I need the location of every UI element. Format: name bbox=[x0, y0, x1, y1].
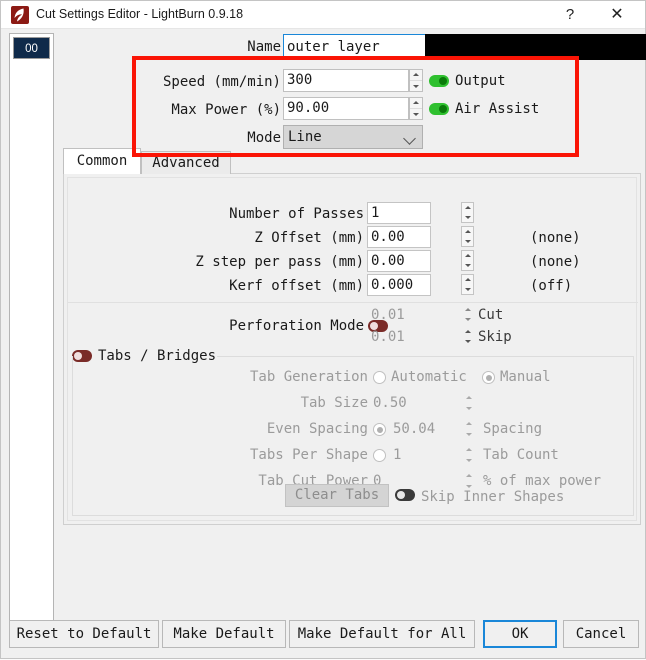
tabs-per-shape-radio[interactable] bbox=[373, 449, 386, 462]
number-of-passes-stepper[interactable] bbox=[461, 202, 474, 223]
kerf-offset-input[interactable]: 0.000 bbox=[367, 274, 431, 296]
tab-generation-row: Tab Generation Automatic Manual bbox=[73, 364, 633, 390]
z-step-per-pass-stepper[interactable] bbox=[461, 250, 474, 271]
name-label: Name bbox=[247, 39, 281, 55]
speed-row: Speed (mm/min) 300 Output bbox=[58, 69, 643, 95]
tab-generation-automatic-radio[interactable] bbox=[373, 371, 386, 384]
name-input[interactable] bbox=[283, 34, 427, 60]
kerf-offset-stepper[interactable] bbox=[461, 274, 474, 295]
speed-input[interactable]: 300 bbox=[283, 69, 409, 92]
tabs-bridges-group: Tabs / Bridges Tab Generation Automatic … bbox=[72, 344, 634, 516]
ok-button[interactable]: OK bbox=[483, 620, 557, 648]
tab-size-value[interactable]: 0.50 bbox=[373, 390, 407, 416]
z-offset-label: Z Offset (mm) bbox=[254, 230, 364, 246]
help-button[interactable]: ? bbox=[550, 1, 590, 29]
z-offset-input[interactable]: 0.00 bbox=[367, 226, 431, 248]
perforation-cut-suffix: Cut bbox=[478, 307, 504, 323]
tab-size-label: Tab Size bbox=[300, 395, 368, 411]
perforation-cut-value[interactable]: 0.01 bbox=[371, 304, 431, 326]
tab-generation-manual-label[interactable]: Manual bbox=[500, 364, 551, 390]
tab-generation-label: Tab Generation bbox=[249, 369, 368, 385]
air-assist-label: Air Assist bbox=[455, 101, 540, 117]
speed-stepper[interactable] bbox=[409, 69, 423, 92]
max-power-input[interactable]: 90.00 bbox=[283, 97, 409, 120]
lightburn-icon bbox=[11, 6, 29, 24]
tab-advanced[interactable]: Advanced bbox=[141, 151, 231, 174]
skip-inner-shapes-label: Skip Inner Shapes bbox=[421, 489, 565, 505]
chevron-down-icon bbox=[403, 132, 416, 145]
cancel-button[interactable]: Cancel bbox=[563, 620, 639, 648]
max-power-stepper-up[interactable] bbox=[410, 98, 422, 109]
tabs-per-shape-label: Tabs Per Shape bbox=[249, 447, 368, 463]
tab-generation-automatic-label[interactable]: Automatic bbox=[391, 364, 467, 390]
air-assist-toggle[interactable] bbox=[429, 103, 449, 115]
speed-stepper-down[interactable] bbox=[410, 81, 422, 92]
tabs-per-shape-row: Tabs Per Shape 1 Tab Count bbox=[73, 442, 633, 468]
kerf-offset-label: Kerf offset (mm) bbox=[229, 278, 364, 294]
reset-to-default-button[interactable]: Reset to Default bbox=[9, 620, 159, 648]
tab-generation-manual-radio[interactable] bbox=[482, 371, 495, 384]
even-spacing-value[interactable]: 50.04 bbox=[393, 416, 435, 442]
skip-inner-shapes-toggle[interactable] bbox=[395, 489, 415, 501]
z-offset-row: Z Offset (mm) 0.00 (none) bbox=[64, 226, 640, 250]
layer-item-00[interactable]: 00 bbox=[13, 37, 50, 59]
window-title: Cut Settings Editor - LightBurn 0.9.18 bbox=[36, 7, 244, 21]
max-power-stepper-down[interactable] bbox=[410, 109, 422, 120]
clear-tabs-button[interactable]: Clear Tabs bbox=[285, 484, 389, 507]
perforation-mode-label: Perforation Mode bbox=[229, 318, 364, 334]
cut-settings-editor-dialog: Cut Settings Editor - LightBurn 0.9.18 ?… bbox=[0, 0, 646, 659]
even-spacing-suffix: Spacing bbox=[483, 421, 543, 437]
mode-select[interactable]: Line bbox=[283, 125, 423, 149]
number-of-passes-input[interactable]: 1 bbox=[367, 202, 431, 224]
close-icon[interactable]: ✕ bbox=[597, 1, 637, 29]
max-power-label: Max Power (%) bbox=[171, 102, 281, 118]
dialog-button-bar: Reset to Default Make Default Make Defau… bbox=[1, 620, 646, 650]
common-tab-panel: Number of Passes 1 Z Offset (mm) 0.00 (n… bbox=[63, 173, 641, 525]
z-step-per-pass-suffix: (none) bbox=[530, 254, 581, 270]
tab-size-stepper[interactable] bbox=[463, 393, 475, 413]
z-offset-suffix: (none) bbox=[530, 230, 581, 246]
speed-label: Speed (mm/min) bbox=[162, 74, 281, 90]
even-spacing-radio[interactable] bbox=[373, 423, 386, 436]
mode-select-value: Line bbox=[288, 129, 322, 145]
z-step-per-pass-input[interactable]: 0.00 bbox=[367, 250, 431, 272]
make-default-for-all-button[interactable]: Make Default for All bbox=[289, 620, 475, 648]
tab-size-row: Tab Size 0.50 bbox=[73, 390, 633, 416]
max-power-row: Max Power (%) 90.00 Air Assist bbox=[58, 97, 643, 123]
title-bar: Cut Settings Editor - LightBurn 0.9.18 ?… bbox=[1, 1, 645, 29]
tabs-bridges-body: Tab Generation Automatic Manual Tab Size… bbox=[72, 356, 634, 516]
z-step-per-pass-label: Z step per pass (mm) bbox=[195, 254, 364, 270]
make-default-button[interactable]: Make Default bbox=[162, 620, 286, 648]
preview-black-area bbox=[425, 34, 646, 60]
kerf-offset-suffix: (off) bbox=[530, 278, 573, 294]
number-of-passes-row: Number of Passes 1 bbox=[64, 202, 640, 226]
z-offset-stepper[interactable] bbox=[461, 226, 474, 247]
speed-stepper-up[interactable] bbox=[410, 70, 422, 81]
kerf-offset-row: Kerf offset (mm) 0.000 (off) bbox=[64, 274, 640, 298]
tabs-per-shape-suffix: Tab Count bbox=[483, 447, 559, 463]
max-power-stepper[interactable] bbox=[409, 97, 423, 120]
z-step-per-pass-row: Z step per pass (mm) 0.00 (none) bbox=[64, 250, 640, 274]
tabs-per-shape-stepper[interactable] bbox=[463, 445, 475, 465]
layer-list[interactable]: 00 bbox=[9, 33, 54, 630]
tab-common[interactable]: Common bbox=[63, 148, 141, 174]
section-divider bbox=[68, 302, 638, 303]
output-label: Output bbox=[455, 73, 506, 89]
even-spacing-label: Even Spacing bbox=[266, 421, 368, 437]
tabs-per-shape-value[interactable]: 1 bbox=[393, 442, 401, 468]
settings-main-area: Name Speed (mm/min) 300 Output Max Power… bbox=[58, 31, 646, 631]
tab-strip: Common Advanced bbox=[63, 148, 641, 174]
perforation-cut-stepper[interactable] bbox=[462, 305, 473, 324]
even-spacing-stepper[interactable] bbox=[463, 419, 475, 439]
number-of-passes-label: Number of Passes bbox=[229, 206, 364, 222]
even-spacing-row: Even Spacing 50.04 Spacing bbox=[73, 416, 633, 442]
output-toggle[interactable] bbox=[429, 75, 449, 87]
